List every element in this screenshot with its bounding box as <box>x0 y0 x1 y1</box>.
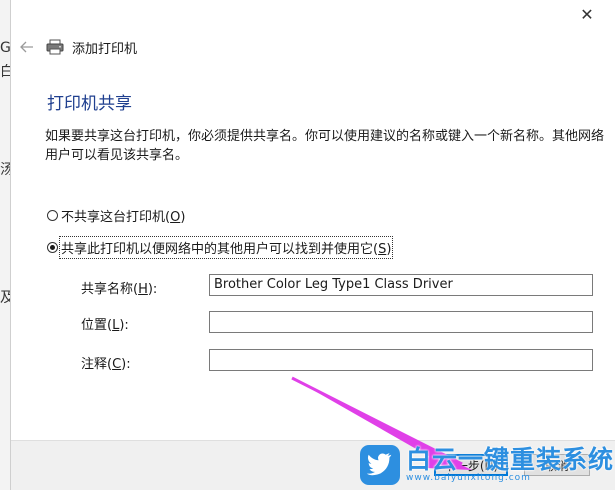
location-label: 位置(L): <box>81 318 129 333</box>
page-title: 打印机共享 <box>47 94 132 114</box>
background-glyph: 及 <box>0 290 10 306</box>
background-glyph: 汤 <box>0 162 10 178</box>
screen: G 白 汤 及 ✕ 添加打印机 打印机共享 如果要共享这台打印机，你必须提供共享… <box>0 0 615 490</box>
radio-label: 不共享这台打印机(O) <box>61 210 186 225</box>
share-name-label: 共享名称(H): <box>81 282 158 297</box>
back-button[interactable] <box>14 34 40 60</box>
printer-icon <box>44 38 66 56</box>
back-arrow-icon <box>20 41 33 53</box>
dialog-title: 添加打印机 <box>72 41 138 57</box>
close-button[interactable]: ✕ <box>570 0 604 28</box>
close-icon: ✕ <box>580 4 594 24</box>
page-description: 如果要共享这台打印机，你必须提供共享名。你可以使用建议的名称或键入一个新名称。其… <box>45 129 605 163</box>
watermark-url: www.baiyunxitong.com <box>406 473 531 483</box>
add-printer-dialog: ✕ 添加打印机 打印机共享 如果要共享这台打印机，你必须提供共享名。你可以使用建… <box>10 0 615 490</box>
background-glyph: 白 <box>0 64 10 80</box>
radio-button[interactable] <box>47 210 58 221</box>
comment-input[interactable] <box>209 349 593 371</box>
radio-share[interactable]: 共享此打印机以便网络中的其他用户可以找到并使用它(S) <box>47 236 394 259</box>
radio-button-selected[interactable] <box>47 242 58 253</box>
comment-label: 注释(C): <box>81 357 131 372</box>
radio-no-share[interactable]: 不共享这台打印机(O) <box>47 206 185 225</box>
location-input[interactable] <box>209 311 593 333</box>
share-name-input[interactable]: Brother Color Leg Type1 Class Driver <box>209 274 593 296</box>
radio-label: 共享此打印机以便网络中的其他用户可以找到并使用它(S) <box>58 236 394 259</box>
watermark-title: 白云一键重装系统 <box>406 445 615 474</box>
bird-logo-icon <box>360 445 400 485</box>
dialog-header: 添加打印机 <box>11 30 615 64</box>
background-glyph: G <box>0 40 10 56</box>
watermark: 白云一键重装系统 www.baiyunxitong.com <box>360 440 615 490</box>
